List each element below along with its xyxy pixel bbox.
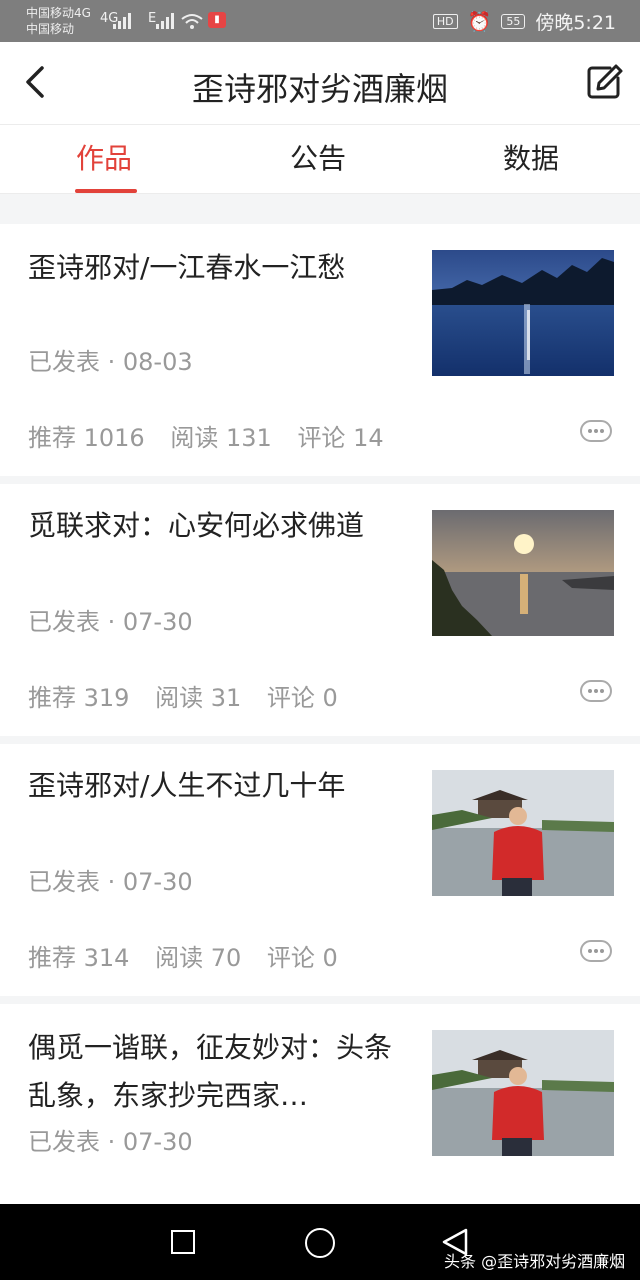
article-stats: 推荐 1016 阅读 131 评论 14 [28,418,402,453]
tab-works[interactable]: 作品 [76,137,132,177]
hd-icon: HD [432,14,458,29]
article-card[interactable]: 觅联求对：心安何必求佛道 已发表 · 07-30 推荐 319 阅读 31 评论… [0,484,640,736]
recents-icon[interactable] [171,1230,195,1254]
carrier-info: 中国移动4G 中国移动 [26,5,91,37]
tab-announcements[interactable]: 公告 [290,137,346,177]
article-title[interactable]: 歪诗邪对/一江春水一江愁 [28,244,416,292]
tab-bar: 作品 公告 数据 [0,124,640,194]
recommend-count: 推荐 1016 [28,424,145,452]
status-bar: 中国移动4G 中国移动 4G E ▮ HD ⏰ 55 傍晚5:21 [0,0,640,42]
article-status: 已发表 · 07-30 [28,868,193,896]
article-thumbnail[interactable] [432,510,614,636]
night-lake-image [432,250,614,376]
article-card[interactable]: 偶觅一谐联，征友妙对：头条乱象，东家抄完西家… 已发表 · 07-30 [0,1004,640,1204]
more-options-icon[interactable] [580,680,612,702]
header-bar: 歪诗邪对劣酒廉烟 [0,42,640,124]
status-right: HD ⏰ 55 傍晚5:21 [432,8,616,35]
comment-count: 评论 14 [297,424,384,452]
person-lake-image [432,770,614,896]
edit-icon[interactable] [584,62,624,102]
alarm-icon: ⏰ [467,11,492,33]
article-title[interactable]: 歪诗邪对/人生不过几十年 [28,762,416,810]
system-nav-bar: 头条 @歪诗邪对劣酒廉烟 [0,1204,640,1280]
comment-count: 评论 0 [266,684,338,712]
tab-data[interactable]: 数据 [503,137,559,177]
read-count: 阅读 70 [155,944,242,972]
article-stats: 推荐 314 阅读 70 评论 0 [28,938,356,973]
watermark: 头条 @歪诗邪对劣酒廉烟 [444,1252,626,1271]
article-thumbnail[interactable] [432,1030,614,1156]
more-options-icon[interactable] [580,940,612,962]
comment-count: 评论 0 [266,944,338,972]
article-card[interactable]: 歪诗邪对/一江春水一江愁 已发表 · 08-03 推荐 1016 阅读 131 … [0,224,640,476]
carrier-line1: 中国移动4G [26,6,91,20]
recommend-count: 推荐 314 [28,944,130,972]
signal-icon [113,13,131,29]
article-card[interactable]: 歪诗邪对/人生不过几十年 已发表 · 07-30 推荐 314 阅读 70 评论… [0,744,640,996]
more-options-icon[interactable] [580,420,612,442]
article-thumbnail[interactable] [432,250,614,376]
carrier-line2: 中国移动 [26,22,75,36]
recommend-count: 推荐 319 [28,684,130,712]
article-thumbnail[interactable] [432,770,614,896]
battery-icon: 55 [501,14,526,29]
page-title: 歪诗邪对劣酒廉烟 [191,70,448,108]
clock-time: 傍晚5:21 [535,12,616,34]
article-status: 已发表 · 07-30 [28,608,193,636]
article-stats: 推荐 319 阅读 31 评论 0 [28,678,356,713]
read-count: 阅读 31 [155,684,242,712]
read-count: 阅读 131 [170,424,272,452]
person-lake-image [432,1030,614,1156]
app-notification-icon: ▮ [208,12,226,28]
tab-active-indicator [75,189,137,193]
sunset-lake-image [432,510,614,636]
article-title[interactable]: 觅联求对：心安何必求佛道 [28,502,416,550]
home-icon[interactable] [305,1228,335,1258]
wifi-icon [181,14,203,29]
article-title[interactable]: 偶觅一谐联，征友妙对：头条乱象，东家抄完西家… [28,1024,416,1120]
article-status: 已发表 · 07-30 [28,1128,193,1156]
article-status: 已发表 · 08-03 [28,348,193,376]
signal-icon-2 [156,13,174,29]
